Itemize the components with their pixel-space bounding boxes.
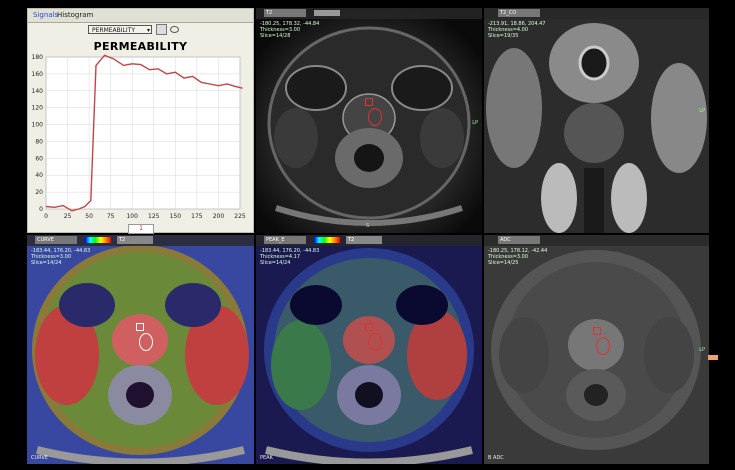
x-tick-label: 225 <box>234 213 246 220</box>
curve-panel[interactable]: CURVE T2 -183.44, 176.20, -44.83 Thickne… <box>27 235 254 464</box>
y-tick-label: 120 <box>32 105 44 112</box>
y-tick-label: 100 <box>32 122 44 129</box>
slice-info: -183.44, 176.20, -44.83 Thickness=4.17 S… <box>260 248 320 266</box>
plot-area <box>45 56 241 210</box>
slice-info: -183.44, 176.20, -44.83 Thickness=3.00 S… <box>31 248 91 266</box>
t2-axial-toolbar: T2 <box>256 8 482 19</box>
roi-marker-square[interactable] <box>365 323 373 331</box>
x-tick-label: 100 <box>126 213 138 220</box>
x-tick-label: 25 <box>64 213 72 220</box>
peak-toolbar: PEAK_E T2 <box>256 235 482 246</box>
roi-ellipse[interactable] <box>368 333 382 351</box>
roi-marker-square[interactable] <box>593 327 601 335</box>
viewer-frame: Signals Histogram PERMEABILITY ▾ PERMEAB… <box>27 8 709 464</box>
x-tick-label: 150 <box>170 213 182 220</box>
bottom-label: CURVE <box>31 455 48 461</box>
permeability-chart-panel: Signals Histogram PERMEABILITY ▾ PERMEAB… <box>27 8 254 234</box>
peak-map-image <box>256 235 482 464</box>
t2-coronal-toolbar: T2_CO <box>484 8 709 19</box>
x-tick-label: 75 <box>107 213 115 220</box>
orientation-label: LP <box>699 108 705 114</box>
slice-info: -180.25, 178.32, -44.84 Thickness=3.00 S… <box>260 21 320 39</box>
adc-toolbar: ADC <box>484 235 709 246</box>
bottom-label: B ADC <box>488 455 504 461</box>
y-tick-label: 40 <box>35 172 43 179</box>
slice-info: -213.91, 18.86, 204.47 Thickness=4.00 Sl… <box>488 21 546 39</box>
window-slider[interactable] <box>314 10 340 16</box>
y-tick-label: 160 <box>32 71 44 78</box>
map-dropdown[interactable]: CURVE <box>35 236 77 244</box>
y-tick-label: 180 <box>32 54 44 61</box>
x-tick-label: 175 <box>191 213 203 220</box>
roi-marker-square[interactable] <box>136 323 144 331</box>
y-tick-label: 0 <box>39 206 43 213</box>
curve-map-image <box>27 235 254 464</box>
permeability-plot: 0 20 40 60 80 100 120 140 160 180 0 25 50 75 100 125 150… <box>32 54 246 220</box>
y-tick-label: 80 <box>35 138 43 145</box>
t2-axial-panel[interactable]: T2 -180.25, 178.32, -44.84 Thickness=3.0… <box>256 8 482 233</box>
legend: 1 <box>128 224 154 234</box>
x-tick-label: 0 <box>44 213 48 220</box>
y-tick-label: 60 <box>35 155 43 162</box>
roi-marker-square[interactable] <box>365 98 373 106</box>
series-dropdown[interactable]: T2_CO <box>498 9 540 17</box>
curve-toolbar: CURVE T2 <box>27 235 254 246</box>
t2-coronal-image <box>484 8 709 233</box>
peak-panel[interactable]: PEAK_E T2 -183.44, 176.20, -44.83 Thickn… <box>256 235 482 464</box>
roi-ellipse[interactable] <box>368 108 382 126</box>
t2-coronal-panel[interactable]: T2_CO -213.91, 18.86, 204.47 Thickness=4… <box>484 8 709 233</box>
overlay-dropdown[interactable]: T2 <box>346 236 382 244</box>
y-tick-label: 140 <box>32 88 44 95</box>
x-tick-label: 200 <box>213 213 225 220</box>
orientation-label: LP <box>472 120 478 126</box>
slice-info: -180.25, 178.12, -42.44 Thickness=3.00 S… <box>488 248 548 266</box>
colorbar <box>85 237 111 243</box>
colorbar <box>314 237 340 243</box>
legend-series-label: 1 <box>139 225 143 232</box>
bottom-label: S <box>366 223 370 229</box>
overlay-dropdown[interactable]: T2 <box>117 236 153 244</box>
x-tick-label: 50 <box>85 213 93 220</box>
x-tick-label: 125 <box>148 213 160 220</box>
map-dropdown[interactable]: PEAK_E <box>264 236 306 244</box>
orientation-label: LP <box>699 347 705 353</box>
roi-ellipse[interactable] <box>596 337 610 355</box>
roi-ellipse[interactable] <box>139 333 153 351</box>
y-tick-label: 20 <box>35 189 43 196</box>
side-indicator <box>708 355 718 360</box>
series-dropdown[interactable]: T2 <box>264 9 306 17</box>
bottom-label: PEAK <box>260 455 273 461</box>
series-dropdown[interactable]: ADC <box>498 236 540 244</box>
adc-panel[interactable]: ADC -180.25, 178.12, -42.44 Thickness=3.… <box>484 235 709 464</box>
